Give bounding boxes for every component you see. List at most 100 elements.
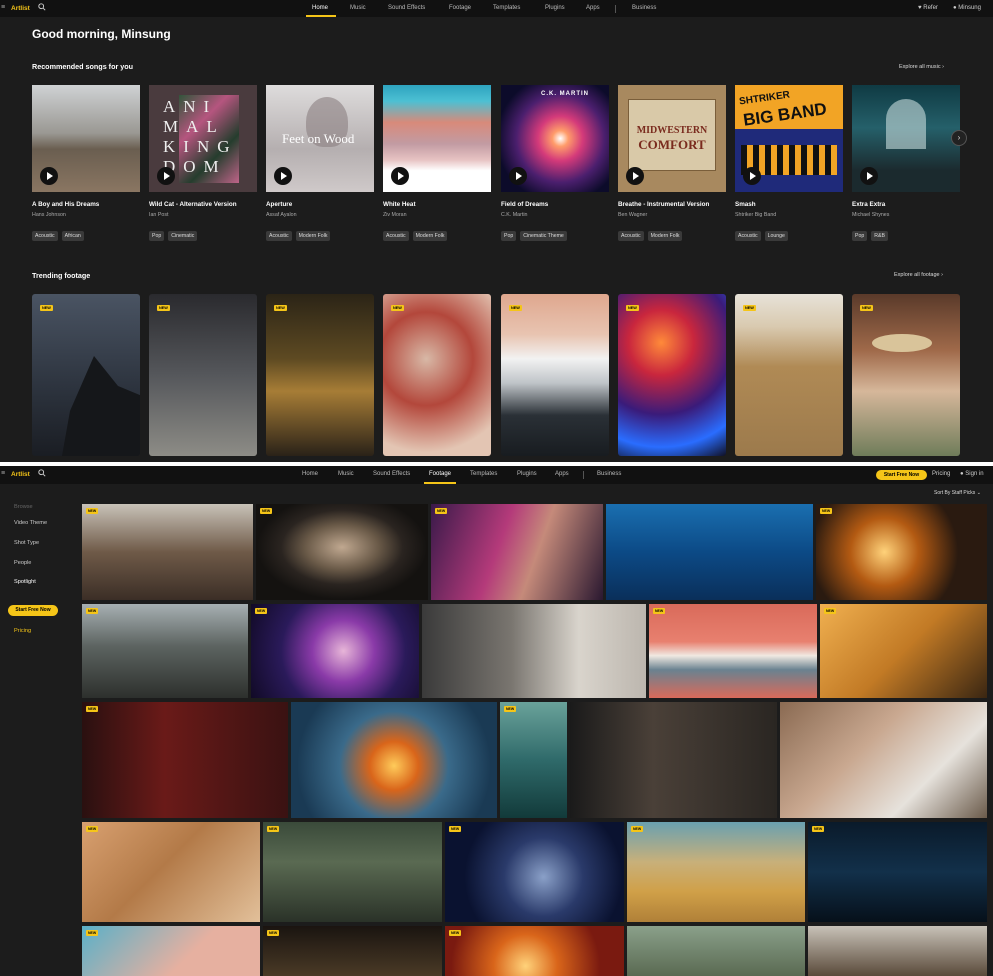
nav-business[interactable]: Business [597, 471, 621, 477]
sidebar-start-button[interactable]: Start Free Now [8, 605, 58, 616]
nav-apps[interactable]: Apps [555, 471, 569, 477]
footage-tile[interactable]: NEW [808, 822, 987, 922]
song-tag[interactable]: Cinematic [168, 231, 198, 241]
song-tag[interactable]: Cinematic Theme [520, 231, 567, 241]
song-artist[interactable]: C.K. Martin [501, 212, 528, 218]
footage-card[interactable]: NEW [618, 294, 726, 456]
play-icon[interactable] [860, 167, 878, 185]
nav-templates[interactable]: Templates [470, 471, 497, 477]
footage-tile[interactable] [780, 702, 987, 818]
play-icon[interactable] [391, 167, 409, 185]
nav-home[interactable]: Home [302, 471, 318, 477]
song-artist[interactable]: Ben Wagner [618, 212, 647, 218]
footage-tile[interactable] [606, 504, 813, 600]
footage-tile[interactable]: NEW [816, 504, 987, 600]
song-title[interactable]: A Boy and His Dreams [32, 201, 99, 208]
footage-tile[interactable]: NEW [82, 604, 248, 698]
song-tag[interactable]: Modern Folk [647, 231, 683, 241]
play-icon[interactable] [157, 167, 175, 185]
nav-business[interactable]: Business [632, 5, 656, 11]
song-tag[interactable]: Acoustic [618, 231, 644, 241]
song-title[interactable]: White Heat [383, 201, 416, 208]
sidebar-item-people[interactable]: People [14, 560, 31, 566]
song-artist[interactable]: Shtriker Big Band [735, 212, 776, 218]
nav-templates[interactable]: Templates [493, 5, 520, 11]
footage-tile[interactable]: NEW [251, 604, 419, 698]
footage-card[interactable]: NEW [735, 294, 843, 456]
song-artist[interactable]: Assaf Ayalon [266, 212, 297, 218]
footage-card[interactable]: NEW [852, 294, 960, 456]
user-menu[interactable]: ● Minsung [953, 5, 981, 11]
nav-music[interactable]: Music [350, 5, 366, 11]
song-tag[interactable]: Pop [149, 231, 165, 241]
sidebar-item-video-theme[interactable]: Video Theme [14, 520, 47, 526]
nav-sound-effects[interactable]: Sound Effects [373, 471, 410, 477]
song-artist[interactable]: Hans Johnson [32, 212, 66, 218]
song-tag[interactable]: Acoustic [383, 231, 409, 241]
sidebar-pricing-link[interactable]: Pricing [14, 628, 31, 634]
nav-footage[interactable]: Footage [449, 5, 471, 11]
footage-tile[interactable] [627, 926, 805, 976]
nav-apps[interactable]: Apps [586, 5, 600, 11]
start-free-now-button[interactable]: Start Free Now [876, 470, 927, 480]
sidebar-item-spotlight[interactable]: Spotlight [14, 579, 36, 585]
song-title[interactable]: Wild Cat - Alternative Version [149, 201, 237, 208]
footage-tile[interactable]: NEW [82, 504, 253, 600]
song-artist[interactable]: Michael Shynes [852, 212, 889, 218]
play-icon[interactable] [40, 167, 58, 185]
song-tag[interactable]: Acoustic [735, 231, 761, 241]
song-title[interactable]: Extra Extra [852, 201, 885, 208]
nav-music[interactable]: Music [338, 471, 354, 477]
footage-tile[interactable]: NEW [627, 822, 805, 922]
footage-tile[interactable] [422, 604, 646, 698]
song-tag[interactable]: R&B [871, 231, 888, 241]
nav-plugins[interactable]: Plugins [517, 471, 537, 477]
song-tag[interactable]: Modern Folk [295, 231, 331, 241]
play-icon[interactable] [509, 167, 527, 185]
song-tag[interactable]: African [61, 231, 84, 241]
song-artist[interactable]: Ziv Moran [383, 212, 407, 218]
footage-tile[interactable]: NEW [256, 504, 428, 600]
footage-tile[interactable]: NEW [820, 604, 987, 698]
footage-card[interactable]: NEW [383, 294, 491, 456]
nav-plugins[interactable]: Plugins [545, 5, 565, 11]
footage-tile[interactable]: NEW [445, 926, 624, 976]
footage-tile[interactable]: NEW [263, 822, 442, 922]
play-icon[interactable] [743, 167, 761, 185]
song-tag[interactable]: Lounge [764, 231, 788, 241]
footage-tile[interactable] [808, 926, 987, 976]
song-tag[interactable]: Acoustic [266, 231, 292, 241]
song-title[interactable]: Breathe - Instrumental Version [618, 201, 709, 208]
footage-tile[interactable]: NEW [500, 702, 567, 818]
footage-card[interactable]: NEW [32, 294, 140, 456]
footage-tile[interactable]: NEW [649, 604, 817, 698]
song-tag[interactable]: Pop [501, 231, 517, 241]
footage-tile[interactable]: NEW [82, 702, 288, 818]
pricing-link[interactable]: Pricing [932, 471, 950, 477]
play-icon[interactable] [274, 167, 292, 185]
footage-tile[interactable]: NEW [431, 504, 603, 600]
footage-tile[interactable] [570, 702, 777, 818]
footage-tile[interactable] [291, 702, 497, 818]
carousel-next-button[interactable]: › [951, 130, 967, 146]
footage-tile[interactable]: NEW [445, 822, 624, 922]
footage-tile[interactable]: NEW [82, 926, 260, 976]
sign-in-link[interactable]: ● Sign in [960, 471, 984, 477]
footage-card[interactable]: NEW [149, 294, 257, 456]
sort-dropdown[interactable]: Sort By Staff Picks ⌄ [934, 490, 981, 496]
song-artist[interactable]: Ian Post [149, 212, 168, 218]
nav-home[interactable]: Home [312, 5, 328, 11]
footage-card[interactable]: NEW [266, 294, 374, 456]
footage-tile[interactable]: NEW [263, 926, 442, 976]
song-title[interactable]: Smash [735, 201, 756, 208]
song-tag[interactable]: Pop [852, 231, 868, 241]
play-icon[interactable] [626, 167, 644, 185]
explore-all-footage[interactable]: Explore all footage › [894, 272, 943, 278]
song-tag[interactable]: Modern Folk [412, 231, 448, 241]
sidebar-item-shot-type[interactable]: Shot Type [14, 540, 39, 546]
nav-sound-effects[interactable]: Sound Effects [388, 5, 425, 11]
explore-all-music[interactable]: Explore all music › [899, 64, 944, 70]
song-title[interactable]: Aperture [266, 201, 292, 208]
nav-footage[interactable]: Footage [429, 471, 451, 477]
song-title[interactable]: Field of Dreams [501, 201, 548, 208]
